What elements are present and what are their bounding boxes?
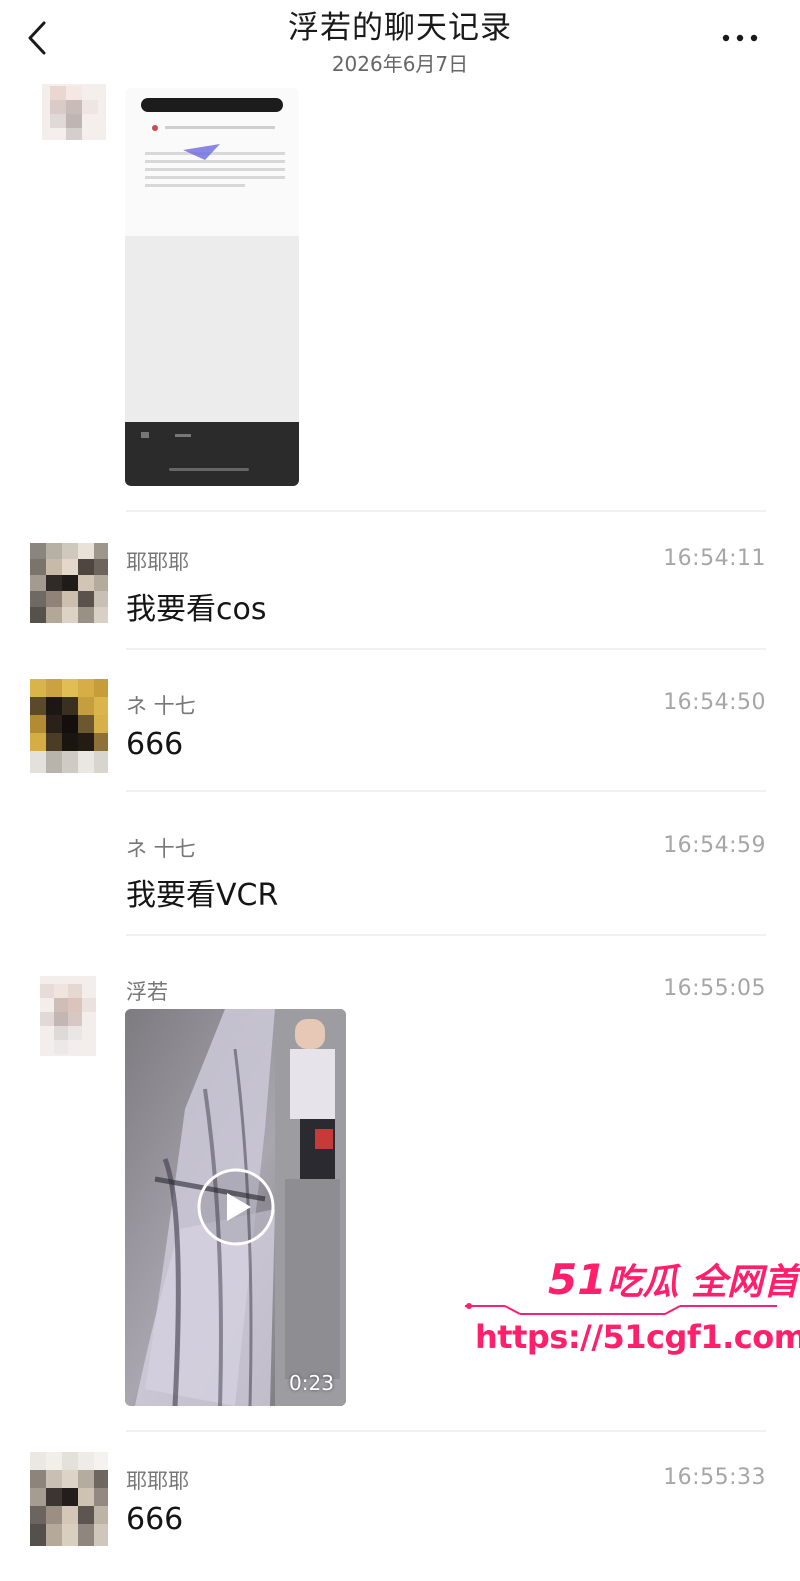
- avatar[interactable]: [42, 84, 106, 140]
- sender-name: ネ 十七: [126, 694, 196, 718]
- message-divider: [126, 1430, 766, 1432]
- avatar[interactable]: [30, 679, 108, 773]
- sender-name: ネ 十七: [126, 837, 196, 861]
- message-divider: [126, 790, 766, 792]
- page-title: 浮若的聊天记录: [288, 10, 512, 46]
- play-icon: [197, 1168, 275, 1246]
- message-timestamp: 16:54:11: [663, 546, 766, 571]
- more-button[interactable]: [720, 30, 760, 46]
- watermark-url: https://51cgf1.com: [475, 1318, 800, 1356]
- message-timestamp: 16:55:05: [663, 976, 766, 1001]
- message-text: 666: [126, 1502, 184, 1537]
- avatar[interactable]: [40, 976, 96, 1056]
- watermark-brand-text: 吃瓜 全网首发: [606, 1262, 800, 1303]
- message-timestamp: 16:55:33: [663, 1465, 766, 1490]
- video-duration: 0:23: [289, 1371, 334, 1395]
- more-dots-icon: [722, 34, 758, 42]
- sender-name: 耶耶耶: [126, 550, 189, 574]
- message-text: 我要看cos: [126, 592, 267, 627]
- page-subtitle-date: 2026年6月7日: [331, 52, 469, 76]
- sender-name: 耶耶耶: [126, 1469, 189, 1493]
- avatar[interactable]: [30, 1452, 108, 1546]
- shared-screenshot-image[interactable]: [125, 88, 299, 486]
- message-text: 我要看VCR: [126, 878, 279, 913]
- message-text: 666: [126, 727, 184, 762]
- watermark-brand: 51吃瓜 全网首发: [548, 1253, 800, 1305]
- message-divider: [126, 510, 766, 512]
- message-timestamp: 16:54:50: [663, 690, 766, 715]
- chat-header: 浮若的聊天记录 2026年6月7日: [0, 0, 800, 82]
- message-divider: [126, 648, 766, 650]
- message-timestamp: 16:54:59: [663, 833, 766, 858]
- message-divider: [126, 934, 766, 936]
- play-button[interactable]: [196, 1167, 276, 1247]
- avatar[interactable]: [30, 543, 108, 623]
- watermark-brand-number: 51: [548, 1255, 607, 1304]
- sender-name: 浮若: [126, 980, 168, 1004]
